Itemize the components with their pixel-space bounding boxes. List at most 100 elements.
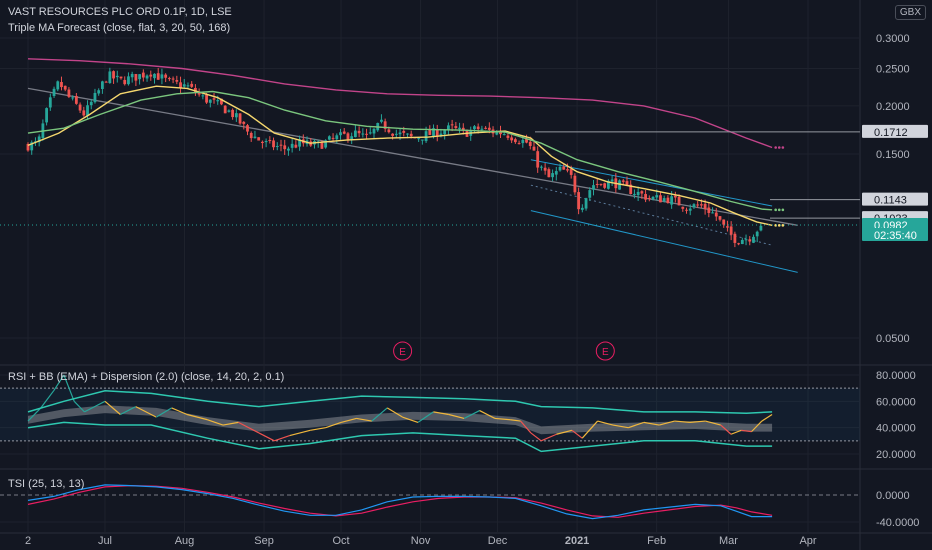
candle-body <box>253 136 257 139</box>
candle-body <box>532 146 536 151</box>
currency-badge[interactable]: GBX <box>894 5 926 20</box>
candle-body <box>279 144 283 146</box>
candle-body <box>536 151 540 168</box>
candle-body <box>610 179 614 182</box>
candle-body <box>502 134 506 136</box>
candle-body <box>171 78 175 80</box>
candle-body <box>164 74 168 78</box>
candle-body <box>283 145 287 150</box>
candle-body <box>63 85 67 90</box>
candle-body <box>577 192 581 210</box>
candle-body <box>662 198 666 202</box>
candle-body <box>205 94 208 103</box>
candle-body <box>52 88 56 96</box>
candle-body <box>398 132 402 135</box>
candle-body <box>357 130 361 134</box>
candle-body <box>115 75 119 78</box>
candle-body <box>101 81 104 89</box>
candle-body <box>592 185 595 190</box>
earnings-marker-label: E <box>602 347 609 358</box>
candle-body <box>692 204 696 208</box>
rsi-pane <box>0 374 860 455</box>
candle-body <box>722 219 726 225</box>
candle-body <box>659 195 662 203</box>
y-tick-label: 0.3000 <box>876 33 910 45</box>
x-tick-label: Nov <box>411 535 431 547</box>
candle-body <box>264 141 268 143</box>
candle-body <box>562 166 566 170</box>
candle-body <box>726 226 729 228</box>
candle-body <box>428 129 432 135</box>
candle-body <box>112 71 115 79</box>
candle-body <box>733 233 737 243</box>
candle-body <box>729 226 733 235</box>
candle-body <box>71 97 75 99</box>
candle-body <box>331 137 335 139</box>
candle-body <box>647 198 651 200</box>
candle-body <box>476 126 480 130</box>
x-tick-label: Oct <box>332 535 349 547</box>
x-tick-label: Feb <box>647 535 666 547</box>
candle-body <box>342 131 346 134</box>
candle-body <box>361 133 365 135</box>
candle-body <box>473 126 476 130</box>
candle-body <box>216 100 220 102</box>
candle-body <box>595 184 599 186</box>
candle-body <box>454 126 458 129</box>
candle-body <box>394 133 398 135</box>
candle-body <box>294 144 298 148</box>
candle-body <box>123 79 127 85</box>
candle-body <box>260 141 264 143</box>
candle-body <box>231 109 235 118</box>
candle-body <box>119 76 123 79</box>
forecast-dot <box>781 146 785 149</box>
candle-body <box>599 183 603 185</box>
candle-body <box>621 180 625 182</box>
tsi-y-tick-label: 0.0000 <box>876 490 910 502</box>
earnings-marker-label: E <box>399 347 406 358</box>
y-tick-label: 0.1500 <box>876 149 910 161</box>
candle-body <box>190 83 194 87</box>
candle-body <box>179 82 182 88</box>
candle-body <box>718 216 722 220</box>
tsi-signal-line <box>27 484 773 518</box>
candle-body <box>201 95 205 97</box>
candle-body <box>97 90 101 94</box>
candle-body <box>740 240 744 245</box>
candle-body <box>759 225 763 231</box>
candle-body <box>246 125 249 132</box>
candle-body <box>223 105 227 114</box>
candle-body <box>238 113 242 124</box>
candle-body <box>346 133 350 140</box>
candle-body <box>409 133 413 137</box>
candle-body <box>755 231 759 237</box>
candle-body <box>74 96 78 104</box>
candle-body <box>707 207 711 213</box>
candle-body <box>450 124 454 126</box>
candle-body <box>569 169 573 175</box>
chart-canvas: 2 Jul Aug Sep Oct Nov Dec 2021 Feb Mar Apr 0.3000 0.… <box>0 0 932 550</box>
rsi-indicator-label[interactable]: RSI + BB (EMA) + Dispersion (2.0) (close… <box>8 371 284 383</box>
x-tick-label: Apr <box>799 535 816 547</box>
forecast-dot <box>781 208 785 212</box>
candle-body <box>141 72 145 78</box>
candle-body <box>443 130 447 135</box>
rsi-y-tick-label: 20.0000 <box>876 449 916 461</box>
candle-body <box>484 127 488 129</box>
candle-body <box>752 236 755 243</box>
candle-body <box>510 137 514 141</box>
candle-body <box>540 166 543 168</box>
tsi-indicator-label[interactable]: TSI (25, 13, 13) <box>8 478 84 490</box>
candle-body <box>636 191 640 196</box>
candle-body <box>339 132 342 136</box>
candle-body <box>644 194 647 200</box>
candle-body <box>681 206 685 209</box>
candle-body <box>275 145 279 147</box>
candle-body <box>521 139 525 144</box>
candle-body <box>528 141 532 146</box>
x-tick-label: 2021 <box>565 535 589 547</box>
chart-title: VAST RESOURCES PLC ORD 0.1P, 1D, LSE <box>8 6 232 18</box>
candle-body <box>699 204 703 206</box>
candle-body <box>56 81 60 90</box>
indicator-label[interactable]: Triple MA Forecast (close, flat, 3, 20, … <box>8 22 230 34</box>
